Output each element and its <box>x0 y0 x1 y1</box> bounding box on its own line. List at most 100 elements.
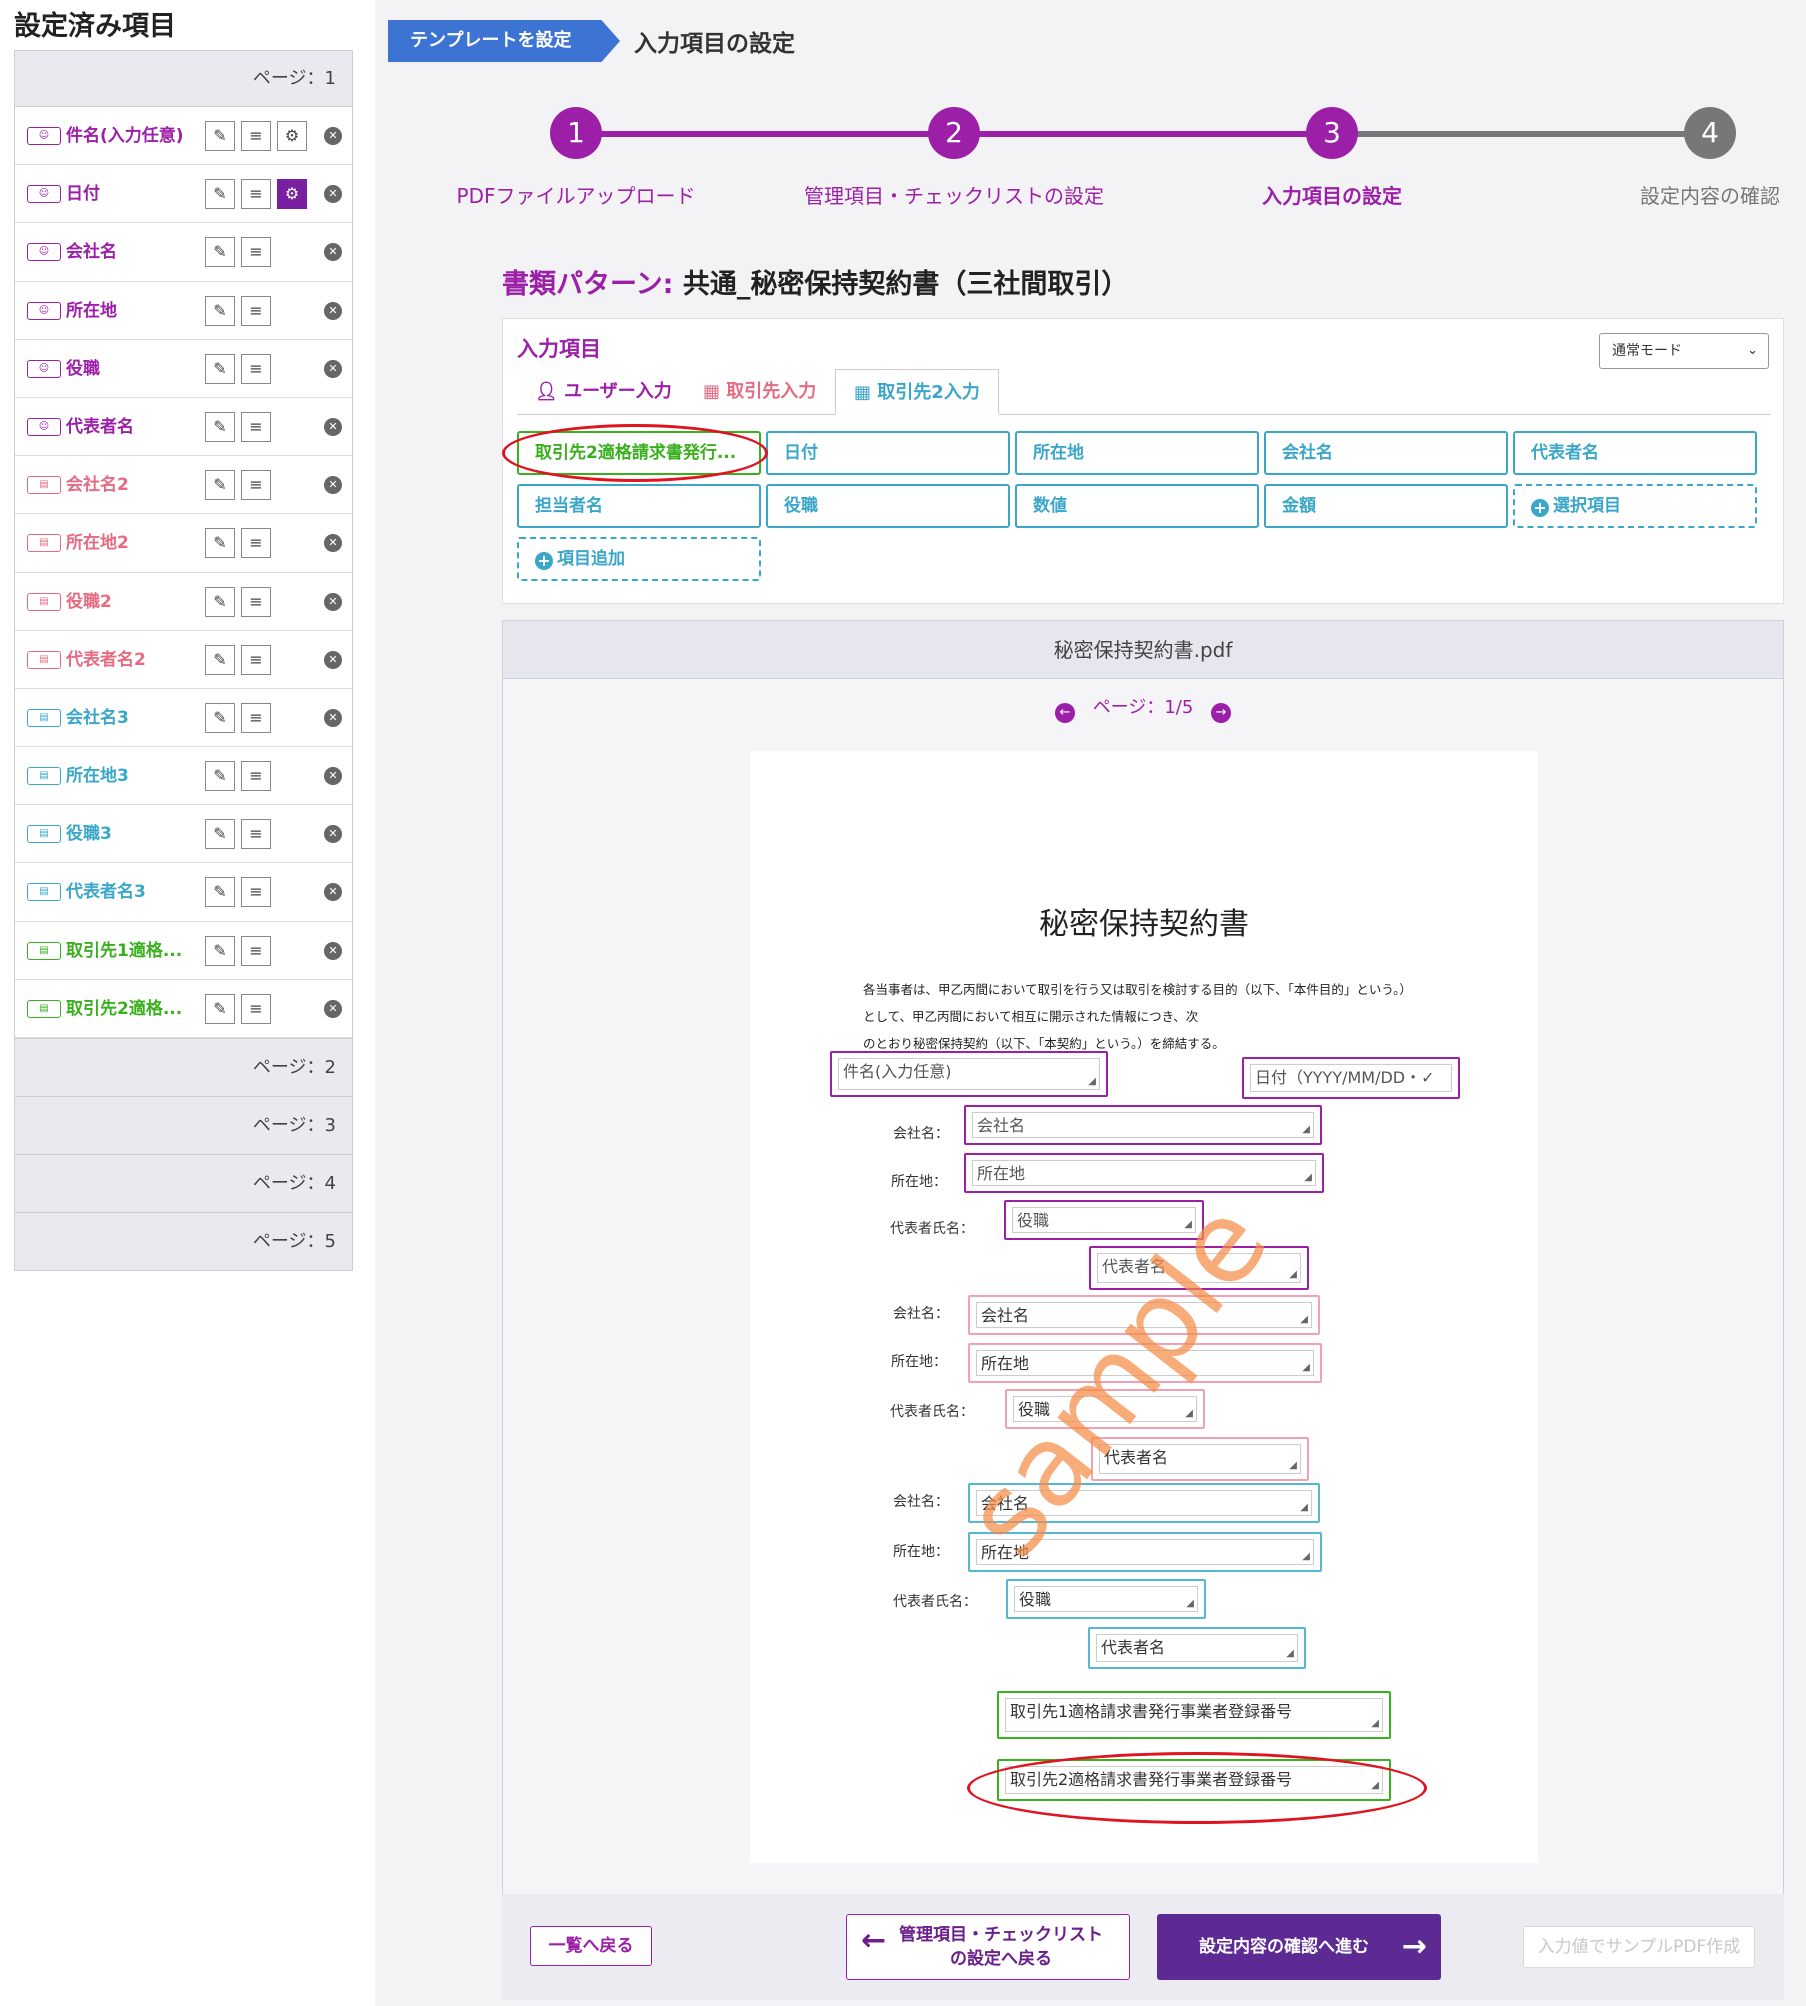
back-to-step2-button[interactable]: ← 管理項目・チェックリスト の設定へ戻る <box>846 1914 1130 1980</box>
pencil-icon[interactable]: ✎ <box>205 470 235 501</box>
page-header[interactable]: ページ：3 <box>15 1096 352 1154</box>
tab-user-input[interactable]: 👤︎ ユーザー入力 <box>517 369 690 415</box>
sidebar-item[interactable]: ▤ 取引先1適格... ✎ ≡ ✕ <box>15 922 352 980</box>
tab-client-input[interactable]: ▦ 取引先入力 <box>685 369 834 415</box>
create-sample-pdf-button[interactable]: 入力値でサンプルPDF作成 <box>1523 1926 1755 1968</box>
close-icon[interactable]: ✕ <box>324 592 342 611</box>
pencil-icon[interactable]: ✎ <box>205 761 235 792</box>
prev-page-icon[interactable]: ← <box>1054 703 1075 723</box>
sidebar-item[interactable]: ▤ 役職2 ✎ ≡ ✕ <box>15 573 352 631</box>
field-position-3[interactable]: 役職 ◢ <box>1006 1579 1206 1619</box>
sidebar-item[interactable]: ☺ 会社名 ✎ ≡ ✕ <box>15 223 352 282</box>
field-rep-3[interactable]: 代表者名 ◢ <box>1088 1627 1306 1669</box>
details-icon[interactable]: ≡ <box>241 935 271 966</box>
sidebar-item[interactable]: ▤ 会社名3 ✎ ≡ ✕ <box>15 689 352 748</box>
pencil-icon[interactable]: ✎ <box>205 411 235 442</box>
sidebar-item[interactable]: ☺ 所在地 ✎ ≡ ✕ <box>15 282 352 340</box>
sidebar-item[interactable]: ▤ 代表者名2 ✎ ≡ ✕ <box>15 631 352 689</box>
pencil-icon[interactable]: ✎ <box>205 819 235 850</box>
page-header[interactable]: ページ：2 <box>15 1038 352 1096</box>
pencil-icon[interactable]: ✎ <box>205 586 235 617</box>
back-to-list-button[interactable]: 一覧へ戻る <box>530 1926 652 1966</box>
field-subject[interactable]: 件名(入力任意) ◢ <box>830 1051 1108 1097</box>
details-icon[interactable]: ≡ <box>241 761 271 792</box>
details-icon[interactable]: ≡ <box>241 121 271 151</box>
close-icon[interactable]: ✕ <box>324 767 342 786</box>
sidebar-item[interactable]: ▤ 会社名2 ✎ ≡ ✕ <box>15 456 352 515</box>
details-icon[interactable]: ≡ <box>241 353 271 384</box>
pencil-icon[interactable]: ✎ <box>205 935 235 966</box>
pencil-icon[interactable]: ✎ <box>205 121 235 151</box>
details-icon[interactable]: ≡ <box>241 411 271 442</box>
chip-person-in-charge[interactable]: 担当者名 <box>517 484 761 528</box>
pencil-icon[interactable]: ✎ <box>205 877 235 908</box>
field-company-1[interactable]: 会社名 ◢ <box>964 1105 1322 1145</box>
close-icon[interactable]: ✕ <box>324 417 342 436</box>
sidebar-item[interactable]: ☺ 役職 ✎ ≡ ✕ <box>15 340 352 398</box>
field-reg-number-2[interactable]: 取引先2適格請求書発行事業者登録番号 ◢ <box>997 1759 1391 1801</box>
chip-representative[interactable]: 代表者名 <box>1513 431 1757 475</box>
close-icon[interactable]: ✕ <box>324 883 342 902</box>
pencil-icon[interactable]: ✎ <box>205 702 235 733</box>
pencil-icon[interactable]: ✎ <box>205 179 235 210</box>
details-icon[interactable]: ≡ <box>241 528 271 559</box>
breadcrumb-parent[interactable]: テンプレートを設定 <box>388 20 620 62</box>
close-icon[interactable]: ✕ <box>324 243 342 262</box>
gear-icon[interactable]: ⚙ <box>277 121 307 151</box>
close-icon[interactable]: ✕ <box>324 941 342 960</box>
next-step-button[interactable]: 設定内容の確認へ進む → <box>1157 1914 1441 1980</box>
chip-company[interactable]: 会社名 <box>1264 431 1508 475</box>
close-icon[interactable]: ✕ <box>324 476 342 495</box>
chip-date[interactable]: 日付 <box>766 431 1010 475</box>
pencil-icon[interactable]: ✎ <box>205 993 235 1024</box>
pencil-icon[interactable]: ✎ <box>205 353 235 384</box>
details-icon[interactable]: ≡ <box>241 819 271 850</box>
details-icon[interactable]: ≡ <box>241 179 271 210</box>
field-address-1[interactable]: 所在地 ◢ <box>964 1153 1324 1193</box>
details-icon[interactable]: ≡ <box>241 877 271 908</box>
sidebar-item[interactable]: ☺ 代表者名 ✎ ≡ ✕ <box>15 398 352 457</box>
sidebar-item[interactable]: ▤ 所在地2 ✎ ≡ ✕ <box>15 514 352 573</box>
close-icon[interactable]: ✕ <box>324 650 342 669</box>
field-reg-number-1[interactable]: 取引先1適格請求書発行事業者登録番号 ◢ <box>997 1691 1391 1739</box>
page-header[interactable]: ページ：4 <box>15 1154 352 1212</box>
details-icon[interactable]: ≡ <box>241 702 271 733</box>
pencil-icon[interactable]: ✎ <box>205 528 235 559</box>
sidebar-item[interactable]: ▤ 所在地3 ✎ ≡ ✕ <box>15 747 352 806</box>
mode-select[interactable]: 通常モード ⌄ <box>1599 333 1769 369</box>
details-icon[interactable]: ≡ <box>241 295 271 326</box>
chip-select-item[interactable]: + 選択項目 <box>1513 484 1757 528</box>
tab-client2-input[interactable]: ▦ 取引先2入力 <box>835 369 999 415</box>
gear-icon[interactable]: ⚙ <box>277 179 307 210</box>
page-header[interactable]: ページ：5 <box>15 1212 352 1270</box>
close-icon[interactable]: ✕ <box>324 534 342 553</box>
chip-add-item[interactable]: + 項目追加 <box>517 537 761 581</box>
page-1-header[interactable]: ページ：1 <box>15 51 352 107</box>
close-icon[interactable]: ✕ <box>324 999 342 1018</box>
sidebar-item[interactable]: ▤ 代表者名3 ✎ ≡ ✕ <box>15 863 352 922</box>
details-icon[interactable]: ≡ <box>241 470 271 501</box>
close-icon[interactable]: ✕ <box>324 127 342 145</box>
close-icon[interactable]: ✕ <box>324 301 342 320</box>
sidebar-item[interactable]: ☺ 日付 ✎ ≡ ⚙ ✕ <box>15 165 352 224</box>
pencil-icon[interactable]: ✎ <box>205 644 235 675</box>
chip-number[interactable]: 数値 <box>1015 484 1259 528</box>
chip-amount[interactable]: 金額 <box>1264 484 1508 528</box>
field-date[interactable]: 日付（YYYY/MM/DD・✓ <box>1242 1057 1460 1099</box>
close-icon[interactable]: ✕ <box>324 359 342 378</box>
pencil-icon[interactable]: ✎ <box>205 237 235 268</box>
sidebar-item[interactable]: ☺ 件名(入力任意) ✎ ≡ ⚙ ✕ <box>15 107 352 166</box>
chip-client2-registration[interactable]: 取引先2適格請求書発行... <box>517 431 761 475</box>
sidebar-item[interactable]: ▤ 役職3 ✎ ≡ ✕ <box>15 805 352 864</box>
details-icon[interactable]: ≡ <box>241 586 271 617</box>
details-icon[interactable]: ≡ <box>241 644 271 675</box>
close-icon[interactable]: ✕ <box>324 185 342 204</box>
details-icon[interactable]: ≡ <box>241 993 271 1024</box>
close-icon[interactable]: ✕ <box>324 708 342 727</box>
sidebar-item[interactable]: ▤ 取引先2適格... ✎ ≡ ✕ <box>15 980 352 1038</box>
next-page-icon[interactable]: → <box>1211 703 1232 723</box>
chip-position[interactable]: 役職 <box>766 484 1010 528</box>
pencil-icon[interactable]: ✎ <box>205 295 235 326</box>
details-icon[interactable]: ≡ <box>241 237 271 268</box>
close-icon[interactable]: ✕ <box>324 825 342 844</box>
